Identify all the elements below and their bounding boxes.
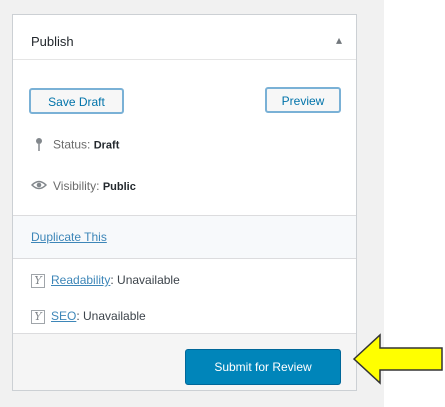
readability-link[interactable]: Readability [51,273,110,287]
visibility-label: Visibility: [53,179,100,193]
arrow-icon [352,333,443,385]
seo-row: Y SEO: Unavailable [31,309,146,324]
readability-value: : Unavailable [110,273,180,287]
publish-title: Publish [31,34,74,49]
submit-for-review-button[interactable]: Submit for Review [185,349,341,385]
collapse-icon[interactable]: ▴ [336,33,342,47]
duplicate-section: Duplicate This [13,215,356,259]
publish-panel-background: Publish ▴ Save Draft Preview Status: Dra… [0,0,384,407]
pin-icon [31,137,47,154]
status-value: Draft [93,139,120,152]
yoast-icon: Y [31,309,45,324]
publish-header[interactable]: Publish ▴ [13,15,356,60]
status-label: Status: [53,137,91,152]
visibility-value: Public [102,181,136,193]
visibility-row: Visibility: Public [30,179,136,194]
seo-value: : Unavailable [76,309,146,323]
seo-link[interactable]: SEO [51,309,76,323]
status-row: Status: Draft [31,137,119,154]
readability-row: Y Readability: Unavailable [31,273,180,288]
publish-box: Publish ▴ Save Draft Preview Status: Dra… [12,14,357,391]
preview-button[interactable]: Preview [265,87,341,113]
yoast-icon: Y [31,273,45,288]
save-draft-button[interactable]: Save Draft [29,88,124,114]
publish-footer: Submit for Review [13,333,356,390]
eye-icon [30,179,48,194]
duplicate-this-link[interactable]: Duplicate This [31,230,107,244]
